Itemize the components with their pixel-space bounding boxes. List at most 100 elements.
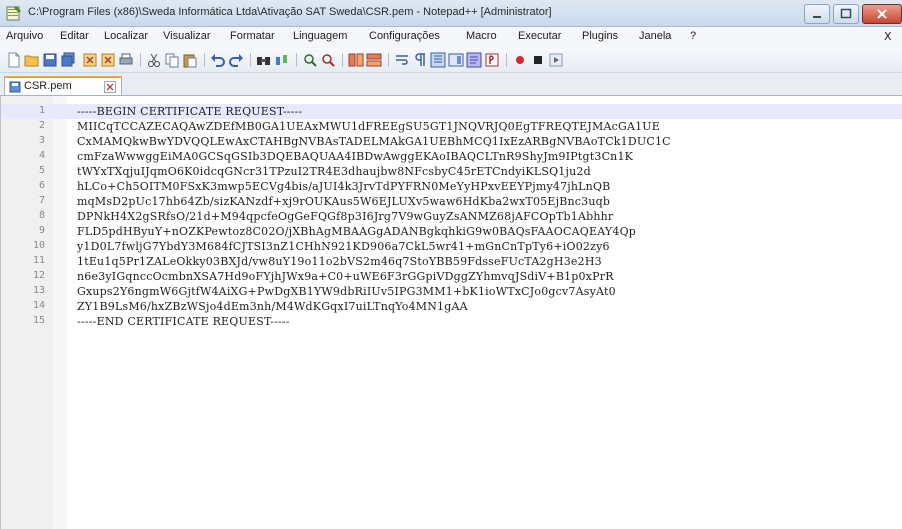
close-window-button[interactable] [862, 4, 902, 24]
replace-icon[interactable] [274, 52, 290, 68]
menu-plugins[interactable]: Plugins [582, 30, 618, 42]
line-number: 11 [32, 255, 45, 266]
menu-formatar[interactable]: Formatar [230, 30, 275, 42]
minimize-icon [813, 16, 821, 18]
folder-workspace-icon[interactable] [484, 52, 500, 68]
open-file-icon[interactable] [24, 52, 40, 68]
unsaved-file-icon [9, 81, 21, 93]
editor-line[interactable]: 13 Gxups2Y6ngmW6GjtfW4AiXG+PwDgXB1YW9dbRi… [1, 284, 902, 299]
line-number: 14 [32, 300, 45, 311]
line-number: 1 [38, 105, 45, 116]
toolbar-separator [140, 53, 141, 67]
window-title: C:\Program Files (x86)\Sweda Informática… [28, 6, 552, 18]
menu-configuracoes[interactable]: Configurações [369, 30, 440, 42]
line-text: -----BEGIN CERTIFICATE REQUEST----- [77, 105, 303, 118]
line-text: hLCo+Ch5OITM0FSxK3mwp5ECVg4bis/aJUI4k3Jr… [77, 180, 611, 193]
indent-guide-icon[interactable] [430, 52, 446, 68]
menu-help[interactable]: ? [690, 30, 696, 42]
line-number: 6 [38, 180, 45, 191]
sync-vertical-icon[interactable] [348, 52, 364, 68]
save-icon[interactable] [42, 52, 58, 68]
menu-bar: Arquivo Editar Localizar Visualizar Form… [0, 27, 902, 47]
play-macro-icon[interactable] [548, 52, 564, 68]
editor-line[interactable]: 10 y1D0L7fwljG7YbdY3M684fCJTSI3nZ1CHhN921… [1, 239, 902, 254]
line-text: n6e3yIGqnccOcmbnXSA7Hd9oFYjhJWx9a+C0+uWE… [77, 270, 614, 283]
notepad-plus-plus-icon [6, 6, 21, 21]
menu-macro[interactable]: Macro [466, 30, 497, 42]
line-number: 5 [38, 165, 45, 176]
close-document-button[interactable]: X [884, 30, 892, 43]
line-text: ZY1B9LsM6/hxZBzWSjo4dEm3nh/M4WdKGqxI7uiL… [77, 300, 468, 313]
editor-line[interactable]: 15 -----END CERTIFICATE REQUEST----- [1, 314, 902, 329]
tab-label: CSR.pem [24, 80, 72, 92]
print-icon[interactable] [118, 52, 134, 68]
line-text: Gxups2Y6ngmW6GjtfW4AiXG+PwDgXB1YW9dbRiIU… [77, 285, 616, 298]
editor-line[interactable]: 1 -----BEGIN CERTIFICATE REQUEST----- [1, 104, 902, 119]
toolbar-separator [342, 53, 343, 67]
line-number: 9 [38, 225, 45, 236]
editor-line[interactable]: 9 FLD5pdHByuY+nOZKPewtoz8C02O/jXBhAgMBAAG… [1, 224, 902, 239]
editor-line[interactable]: 14 ZY1B9LsM6/hxZBzWSjo4dEm3nh/M4WdKGqxI7u… [1, 299, 902, 314]
menu-visualizar[interactable]: Visualizar [163, 30, 211, 42]
cut-icon[interactable] [146, 52, 162, 68]
sync-horizontal-icon[interactable] [366, 52, 382, 68]
new-file-icon[interactable] [6, 52, 22, 68]
tab-bar: CSR.pem [0, 73, 902, 96]
tab-close-icon[interactable] [104, 81, 116, 93]
save-all-icon[interactable] [60, 52, 76, 68]
title-bar: C:\Program Files (x86)\Sweda Informática… [0, 0, 902, 27]
line-number: 8 [38, 210, 45, 221]
close-all-icon[interactable] [100, 52, 116, 68]
toolbar [0, 48, 902, 73]
line-number: 13 [32, 285, 45, 296]
editor-line[interactable]: 12 n6e3yIGqnccOcmbnXSA7Hd9oFYjhJWx9a+C0+u… [1, 269, 902, 284]
document-map-icon[interactable] [448, 52, 464, 68]
close-icon[interactable] [82, 52, 98, 68]
line-number: 15 [32, 315, 45, 326]
undo-icon[interactable] [210, 52, 226, 68]
line-text: mqMsD2pUc17hb64Zb/sizKANzdf+xj9rOUKAus5W… [77, 195, 611, 208]
editor-area[interactable]: 1 -----BEGIN CERTIFICATE REQUEST----- 2 MII… [0, 96, 902, 529]
menu-janela[interactable]: Janela [639, 30, 671, 42]
maximize-button[interactable] [833, 4, 859, 24]
stop-macro-icon[interactable] [530, 52, 546, 68]
minimize-button[interactable] [804, 4, 830, 24]
word-wrap-icon[interactable] [394, 52, 410, 68]
editor-line[interactable]: 4 cmFzaWwwggEiMA0GCSqGSIb3DQEBAQUAA4IBDwA… [1, 149, 902, 164]
tab-csr-pem[interactable]: CSR.pem [4, 76, 122, 95]
toolbar-separator [388, 53, 389, 67]
menu-executar[interactable]: Executar [518, 30, 561, 42]
editor-line[interactable]: 6 hLCo+Ch5OITM0FSxK3mwp5ECVg4bis/aJUI4k3J… [1, 179, 902, 194]
zoom-out-icon[interactable] [320, 52, 336, 68]
paste-icon[interactable] [182, 52, 198, 68]
menu-localizar[interactable]: Localizar [104, 30, 148, 42]
editor-line[interactable]: 3 CxMAMQkwBwYDVQQLEwAxCTAHBgNVBAsTADELMAk… [1, 134, 902, 149]
record-macro-icon[interactable] [512, 52, 528, 68]
line-number: 4 [38, 150, 45, 161]
menu-linguagem[interactable]: Linguagem [293, 30, 347, 42]
function-list-icon[interactable] [466, 52, 482, 68]
line-text: FLD5pdHByuY+nOZKPewtoz8C02O/jXBhAgMBAAGg… [77, 225, 637, 238]
line-number: 12 [32, 270, 45, 281]
toolbar-separator [204, 53, 205, 67]
editor-line[interactable]: 7 mqMsD2pUc17hb64Zb/sizKANzdf+xj9rOUKAus5… [1, 194, 902, 209]
menu-arquivo[interactable]: Arquivo [6, 30, 43, 42]
zoom-in-icon[interactable] [302, 52, 318, 68]
editor-line[interactable]: 5 tWYxTXqjuIJqmO6K0idcqGNcr31TPzuI2TR4E3d… [1, 164, 902, 179]
line-text: cmFzaWwwggEiMA0GCSqGSIb3DQEBAQUAA4IBDwAw… [77, 150, 634, 163]
toolbar-separator [506, 53, 507, 67]
show-all-chars-icon[interactable] [412, 52, 428, 68]
copy-icon[interactable] [164, 52, 180, 68]
menu-editar[interactable]: Editar [60, 30, 89, 42]
toolbar-separator [296, 53, 297, 67]
maximize-icon [840, 8, 852, 19]
redo-icon[interactable] [228, 52, 244, 68]
editor-line[interactable]: 11 1tEu1q5Pr1ZALeOkky03BXJd/vw8uY19o11o2b… [1, 254, 902, 269]
find-icon[interactable] [256, 52, 272, 68]
line-text: y1D0L7fwljG7YbdY3M684fCJTSI3nZ1CHhN921KD… [77, 240, 610, 253]
line-text: DPNkH4X2gSRfsO/21d+M94qpcfeOgGeFQGf8p3I6… [77, 210, 614, 223]
line-text: 1tEu1q5Pr1ZALeOkky03BXJd/vw8uY19o11o2bVS… [77, 255, 602, 268]
editor-line[interactable]: 8 DPNkH4X2gSRfsO/21d+M94qpcfeOgGeFQGf8p3I… [1, 209, 902, 224]
editor-line[interactable]: 2 MIICqTCCAZECAQAwZDEfMB0GA1UEAxMWU1dFREE… [1, 119, 902, 134]
line-number: 7 [38, 195, 45, 206]
